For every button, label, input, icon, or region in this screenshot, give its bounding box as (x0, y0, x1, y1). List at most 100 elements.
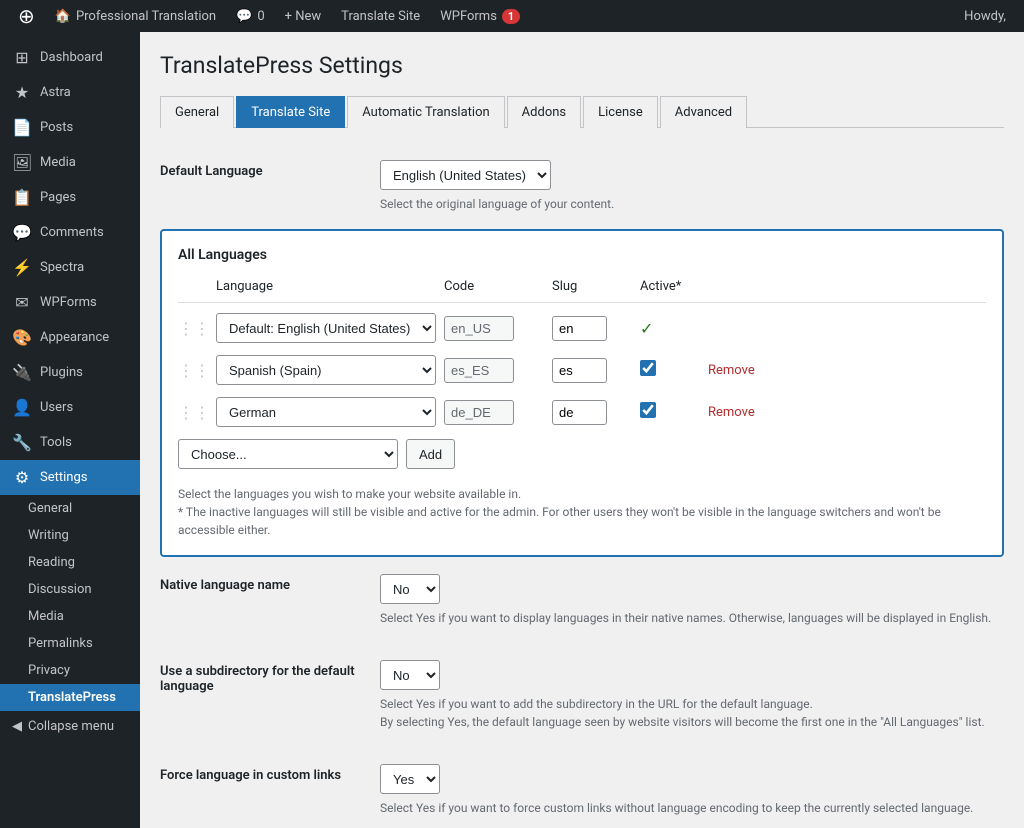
wpforms-item[interactable]: WPForms 1 (430, 0, 530, 32)
slug-input-3[interactable] (552, 400, 607, 425)
media-icon: 🖼 (12, 153, 32, 172)
native-language-select[interactable]: No Yes (380, 574, 440, 604)
wpforms-icon: ✉ (12, 293, 32, 312)
slug-input-1[interactable] (552, 316, 607, 341)
comments-item[interactable]: 💬 0 (226, 0, 275, 32)
tab-general-label: General (175, 105, 219, 120)
language-select-1[interactable]: Default: English (United States) (216, 313, 436, 343)
sidebar-item-permalinks[interactable]: Permalinks (0, 630, 140, 657)
remove-button-3[interactable]: Remove (708, 405, 755, 420)
col-language: Language (216, 279, 436, 294)
force-language-label: Force language in custom links (160, 764, 380, 783)
sidebar-item-writing[interactable]: Writing (0, 522, 140, 549)
active-checkbox-2[interactable] (640, 360, 656, 376)
collapse-label: Collapse menu (28, 719, 114, 734)
drag-handle-1[interactable]: ⋮⋮ (178, 319, 208, 338)
sidebar-item-appearance[interactable]: 🎨 Appearance (0, 320, 140, 355)
default-language-desc: Select the original language of your con… (380, 195, 614, 213)
subdirectory-label: Use a subdirectory for the default langu… (160, 660, 380, 694)
comments-icon: 💬 (12, 223, 32, 242)
sidebar-item-spectra[interactable]: ⚡ Spectra (0, 250, 140, 285)
sidebar-item-wpforms[interactable]: ✉ WPForms (0, 285, 140, 320)
submenu-label-media: Media (28, 609, 64, 624)
sidebar-item-media-sub[interactable]: Media (0, 603, 140, 630)
sidebar-item-general[interactable]: General (0, 495, 140, 522)
all-languages-section: All Languages Language Code Slug Active*… (160, 229, 1004, 557)
choose-language-select[interactable]: Choose... (178, 439, 398, 469)
col-code: Code (444, 279, 544, 294)
sidebar-label-appearance: Appearance (40, 330, 109, 345)
code-field-3 (444, 400, 544, 425)
slug-field-2 (552, 358, 632, 383)
plugins-icon: 🔌 (12, 363, 32, 382)
wpforms-badge: 1 (502, 9, 520, 24)
sidebar-item-discussion[interactable]: Discussion (0, 576, 140, 603)
slug-input-2[interactable] (552, 358, 607, 383)
tab-automatic-translation-label: Automatic Translation (362, 105, 489, 120)
drag-handle-2[interactable]: ⋮⋮ (178, 361, 208, 380)
sidebar-item-comments[interactable]: 💬 Comments (0, 215, 140, 250)
sidebar-item-dashboard[interactable]: ⊞ Dashboard (0, 40, 140, 75)
force-language-desc: Select Yes if you want to force custom l… (380, 799, 1004, 817)
tab-license[interactable]: License (583, 96, 658, 128)
sidebar-item-reading[interactable]: Reading (0, 549, 140, 576)
tab-general[interactable]: General (160, 96, 234, 128)
home-icon: 🏠 (55, 9, 71, 24)
col-slug: Slug (552, 279, 632, 294)
active-field-3 (640, 402, 700, 422)
tools-icon: 🔧 (12, 433, 32, 452)
lang-note-line2: * The inactive languages will still be v… (178, 505, 941, 537)
sidebar-item-translatepress[interactable]: TranslatePress (0, 684, 140, 711)
tab-automatic-translation[interactable]: Automatic Translation (347, 96, 504, 128)
drag-handle-3[interactable]: ⋮⋮ (178, 403, 208, 422)
slug-field-1 (552, 316, 632, 341)
code-input-2 (444, 358, 514, 383)
remove-button-2[interactable]: Remove (708, 363, 755, 378)
wp-logo-item[interactable]: ⊕ (8, 0, 45, 32)
default-language-select[interactable]: English (United States) (380, 160, 551, 190)
col-active: Active* (640, 279, 700, 294)
users-icon: 👤 (12, 398, 32, 417)
sidebar-label-users: Users (40, 400, 73, 415)
sidebar-label-dashboard: Dashboard (40, 50, 103, 65)
site-name-item[interactable]: 🏠 Professional Translation (45, 0, 226, 32)
wp-icon: ⊕ (18, 4, 35, 28)
tab-advanced[interactable]: Advanced (660, 96, 747, 128)
sidebar-item-posts[interactable]: 📄 Posts (0, 110, 140, 145)
tab-translate-site-label: Translate Site (251, 105, 330, 120)
lang-select-wrapper-3: German (216, 397, 436, 427)
force-language-select[interactable]: Yes No (380, 764, 440, 794)
translate-site-item[interactable]: Translate Site (331, 0, 430, 32)
settings-tabs: General Translate Site Automatic Transla… (160, 95, 1004, 128)
tab-addons[interactable]: Addons (507, 96, 581, 128)
language-select-3[interactable]: German (216, 397, 436, 427)
subdirectory-select[interactable]: No Yes (380, 660, 440, 690)
main-layout: ⊞ Dashboard ★ Astra 📄 Posts 🖼 Media 📋 Pa… (0, 32, 1024, 828)
main-content: TranslatePress Settings General Translat… (140, 32, 1024, 828)
sidebar-item-pages[interactable]: 📋 Pages (0, 180, 140, 215)
appearance-icon: 🎨 (12, 328, 32, 347)
wpforms-label: WPForms (440, 9, 497, 24)
language-select-2[interactable]: Spanish (Spain) (216, 355, 436, 385)
sidebar-item-media[interactable]: 🖼 Media (0, 145, 140, 180)
sidebar-item-users[interactable]: 👤 Users (0, 390, 140, 425)
sidebar-item-settings[interactable]: ⚙ Settings (0, 460, 140, 495)
site-name-label: Professional Translation (76, 9, 216, 24)
sidebar-item-tools[interactable]: 🔧 Tools (0, 425, 140, 460)
sidebar-item-privacy[interactable]: Privacy (0, 657, 140, 684)
tab-addons-label: Addons (522, 105, 566, 120)
tab-translate-site[interactable]: Translate Site (236, 96, 345, 128)
collapse-menu-button[interactable]: ◀ Collapse menu (0, 711, 140, 742)
new-item[interactable]: + New (275, 0, 332, 32)
sidebar-label-media: Media (40, 155, 76, 170)
sidebar: ⊞ Dashboard ★ Astra 📄 Posts 🖼 Media 📋 Pa… (0, 32, 140, 828)
add-language-button[interactable]: Add (406, 439, 455, 469)
sidebar-label-settings: Settings (40, 470, 87, 485)
submenu-label-general: General (28, 501, 72, 516)
sidebar-item-plugins[interactable]: 🔌 Plugins (0, 355, 140, 390)
active-checkbox-3[interactable] (640, 402, 656, 418)
remove-wrapper-2: Remove (708, 363, 788, 378)
sidebar-item-astra[interactable]: ★ Astra (0, 75, 140, 110)
sidebar-label-pages: Pages (40, 190, 76, 205)
new-label: + New (285, 9, 322, 24)
